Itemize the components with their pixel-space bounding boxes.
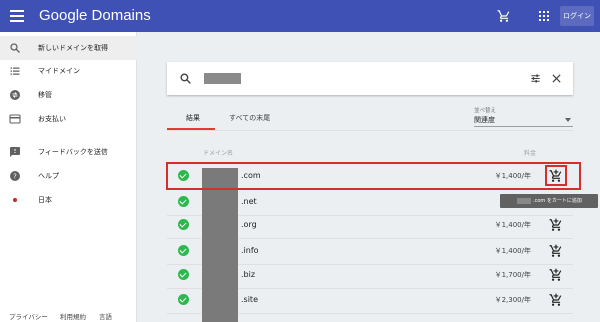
sidebar-item-label: 新しいドメインを取得 (38, 44, 108, 52)
domain-name: .org (241, 220, 257, 229)
selected-row-highlight (166, 162, 581, 190)
credit-card-icon (9, 114, 21, 124)
tab-all-endings[interactable]: すべての末尾 (229, 113, 270, 123)
cart-button-highlight (545, 165, 567, 186)
domain-name: .info (241, 246, 259, 255)
add-to-cart-icon[interactable] (549, 244, 563, 258)
domain-name: .site (241, 295, 258, 304)
footer-language-link[interactable]: 言語 (99, 311, 112, 321)
footer-terms-link[interactable]: 利用規約 (60, 311, 86, 321)
list-icon (10, 67, 20, 75)
feedback-icon (10, 147, 20, 157)
search-bar (167, 62, 573, 95)
sort-select[interactable]: 関連度 (474, 115, 495, 125)
add-to-cart-icon[interactable] (549, 218, 563, 232)
cart-icon[interactable] (497, 9, 511, 23)
available-check-icon (178, 219, 189, 230)
add-to-cart-icon[interactable] (549, 268, 563, 282)
apps-grid-icon[interactable] (539, 11, 549, 21)
sidebar-item-label: 移管 (38, 91, 52, 99)
menu-icon[interactable] (10, 10, 24, 22)
svg-text:?: ? (13, 173, 17, 181)
sidebar-item-label: お支払い (38, 115, 66, 123)
sort-underline (474, 126, 573, 127)
domain-price: ￥1,400/年 (494, 221, 531, 229)
search-icon (180, 73, 191, 84)
sort-label: 並べ替え (474, 108, 497, 114)
sidebar-item-my-domains[interactable]: マイドメイン (0, 59, 137, 83)
domain-name: .biz (241, 270, 256, 279)
available-check-icon (178, 294, 189, 305)
sidebar-item-help[interactable]: ? ヘルプ (0, 164, 137, 188)
tab-divider (167, 130, 573, 131)
sidebar-item-feedback[interactable]: フィードバックを送信 (0, 140, 137, 164)
column-header-domain: ドメイン名 (203, 150, 234, 157)
footer-privacy-link[interactable]: プライバシー (9, 311, 48, 321)
login-button[interactable]: ログイン (560, 6, 594, 26)
redacted-domain-text (517, 197, 531, 204)
add-to-cart-tooltip: .com をカートに追加 (500, 194, 598, 208)
column-header-price: 料金 (524, 150, 537, 157)
domain-name: .net (241, 197, 257, 206)
sidebar-item-label: フィードバックを送信 (38, 148, 108, 156)
transfer-icon (10, 90, 20, 100)
sidebar-item-payments[interactable]: お支払い (0, 107, 137, 131)
sidebar: 新しいドメインを取得 マイドメイン 移管 お支払い フィードバックを送信 ? ヘ… (0, 32, 137, 322)
available-check-icon (178, 245, 189, 256)
search-input[interactable] (204, 73, 241, 84)
redacted-domain-names (202, 168, 238, 322)
japan-flag-icon (13, 198, 17, 202)
sidebar-item-label: 日本 (38, 196, 52, 204)
sidebar-item-country[interactable]: 日本 (0, 188, 137, 212)
sidebar-item-get-domain[interactable]: 新しいドメインを取得 (0, 36, 137, 60)
available-check-icon (178, 269, 189, 280)
domain-price: ￥2,300/年 (494, 296, 531, 304)
top-app-bar: Google Domains ログイン (0, 0, 600, 32)
sidebar-item-label: マイドメイン (38, 67, 80, 75)
tune-icon[interactable] (530, 73, 541, 84)
app-title: Google Domains (39, 7, 151, 24)
available-check-icon (178, 196, 189, 207)
search-icon (10, 43, 20, 53)
add-to-cart-icon[interactable] (549, 293, 563, 307)
tooltip-text: .com をカートに追加 (533, 198, 582, 204)
help-icon: ? (10, 171, 20, 181)
tab-results[interactable]: 結果 (186, 113, 200, 123)
domain-price: ￥1,400/年 (494, 247, 531, 255)
domain-price: ￥1,700/年 (494, 271, 531, 279)
sidebar-item-transfer[interactable]: 移管 (0, 83, 137, 107)
close-icon[interactable] (551, 73, 562, 84)
chevron-down-icon[interactable] (565, 118, 571, 122)
sidebar-item-label: ヘルプ (38, 172, 59, 180)
